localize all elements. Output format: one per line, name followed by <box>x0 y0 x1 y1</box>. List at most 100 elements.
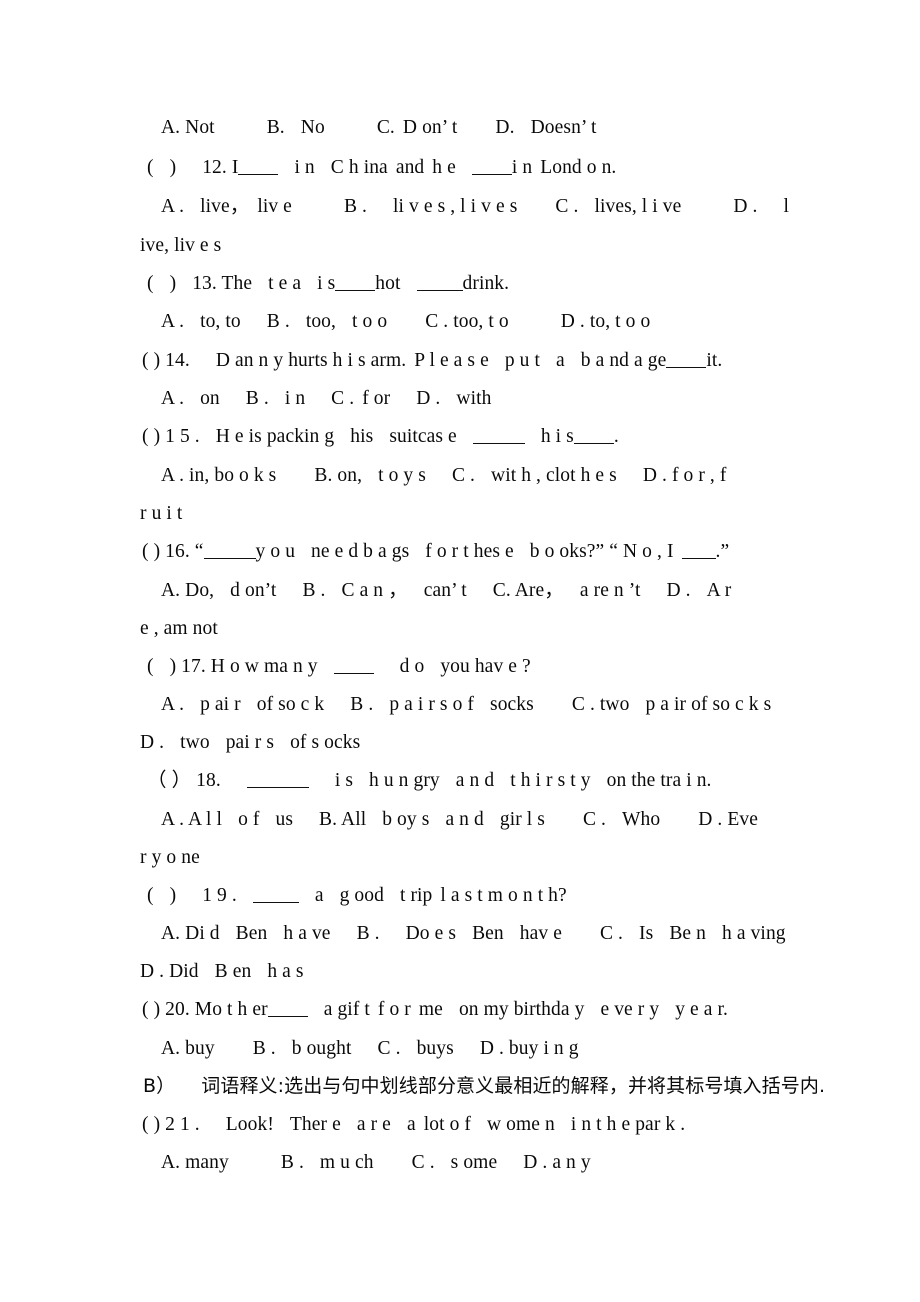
text-run: f o r t hes e <box>425 541 514 562</box>
text-run: Who <box>622 809 661 830</box>
text-line-q20-stem: ( ) 20. Mo t h er a gif t f o r me on my bir… <box>142 1000 728 1020</box>
text-run: C a n ， <box>341 580 408 601</box>
text-run: C. Are， <box>492 580 564 601</box>
text-line-q20-options: A. buy B . b ought C . buys D . buy i n g <box>161 1039 579 1059</box>
text-line-q17-options-wrap: D . two pai r s of s ocks <box>140 733 360 753</box>
text-run: t rip <box>399 885 433 906</box>
text-run: of s ocks <box>290 732 361 753</box>
text-line-q15-options: A . in, bo o k s B. on, t o y s C . wit h , … <box>161 466 726 486</box>
text-run: p ai r <box>200 694 241 715</box>
text-run: Lond o n. <box>540 157 617 178</box>
text-run: C . <box>377 1038 401 1059</box>
text-run: a n d <box>445 809 484 830</box>
text-run: （ ） 18. <box>147 770 221 791</box>
fill-in-blank[interactable] <box>333 660 374 674</box>
text-line-q12-stem: () 12. I i n C h ina and h e i n Lond o n. <box>147 158 616 178</box>
text-run: r y o ne <box>140 847 200 868</box>
text-run: C . <box>599 923 624 944</box>
text-run: B en <box>214 961 252 982</box>
fill-in-blank[interactable] <box>472 430 525 444</box>
text-line-q16-options: A. Do, d on’t B . C a n ， can’ t C. Are， a re … <box>161 581 731 601</box>
text-run: . <box>613 426 619 447</box>
text-run: ( <box>147 157 154 178</box>
text-run: h i s <box>540 426 574 447</box>
text-run: lot o f <box>423 1114 471 1135</box>
text-run: Do e s <box>405 923 457 944</box>
text-run: a <box>406 1114 416 1135</box>
text-run: a gif t <box>323 999 370 1020</box>
text-run: r u i t <box>140 503 183 524</box>
text-run: b ought <box>291 1038 352 1059</box>
text-run: D . Eve <box>698 809 758 830</box>
text-line-q21-stem: ( ) 2 1 . Look! Ther e a r e a lot o f w ome n… <box>142 1115 685 1135</box>
text-run: A. Do, <box>161 580 215 601</box>
text-run: B. All <box>319 809 367 830</box>
text-run: A. buy <box>161 1038 215 1059</box>
text-line-q14-stem: ( ) 14. D an n y hurts h i s arm. P l e a … <box>142 351 722 371</box>
text-run: C . two <box>571 694 630 715</box>
text-run: socks <box>490 694 534 715</box>
text-run: drink. <box>462 273 510 294</box>
text-run: two <box>180 732 210 753</box>
text-run: D on’ t <box>402 117 458 138</box>
text-run: h a s <box>267 961 304 982</box>
text-run: A . <box>161 694 185 715</box>
text-run: li v e s , l i v e s <box>393 196 518 217</box>
text-run: A . in, bo o k s <box>161 465 277 486</box>
text-run: i n <box>284 388 306 409</box>
fill-in-blank[interactable] <box>246 774 309 788</box>
text-run: Ben <box>472 923 504 944</box>
fill-in-blank[interactable] <box>238 161 279 175</box>
fill-in-blank[interactable] <box>416 277 463 291</box>
text-run: Ben <box>235 923 268 944</box>
text-run: p a i r s o f <box>389 694 475 715</box>
text-run: ( ) 2 1 . <box>142 1114 200 1135</box>
text-run: h a ve <box>283 923 331 944</box>
text-run: D . <box>416 388 441 409</box>
fill-in-blank[interactable] <box>681 545 716 559</box>
text-run: ne e d b a gs <box>311 541 410 562</box>
text-run: 13. The <box>192 273 253 294</box>
text-run: h a ving <box>722 923 786 944</box>
text-run: a n d <box>455 770 495 791</box>
text-run: ( <box>147 656 154 677</box>
text-run: h u n gry <box>369 770 440 791</box>
text-run: B . <box>280 1152 304 1173</box>
text-run: i n <box>294 157 315 178</box>
text-run: y o u <box>255 541 296 562</box>
text-line-q19-options-wrap: D . Did B en h a s <box>140 962 304 982</box>
fill-in-blank[interactable] <box>267 1003 308 1017</box>
text-run: it. <box>706 350 723 371</box>
text-line-q16-options-wrap: e , am not <box>140 619 218 639</box>
text-run: C . too, t o <box>425 311 509 332</box>
text-run: H e is packin g <box>215 426 335 447</box>
text-run: 12. I <box>202 157 239 178</box>
text-line-q12-options: A . live， liv e B . li v e s , l i v e s C . l… <box>161 197 789 217</box>
text-run: P l e a s e <box>414 350 489 371</box>
fill-in-blank[interactable] <box>471 161 512 175</box>
fill-in-blank[interactable] <box>252 889 299 903</box>
text-run: ) <box>169 885 177 906</box>
text-line-q19-stem: () 1 9 . a g ood t rip l a s t m o n t h? <box>147 886 567 906</box>
text-run: can’ t <box>423 580 467 601</box>
text-run: suitcas e <box>389 426 457 447</box>
text-run: B . <box>252 1038 276 1059</box>
fill-in-blank[interactable] <box>573 430 614 444</box>
text-line-q15-options-wrap: r u i t <box>140 504 182 524</box>
fill-in-blank[interactable] <box>666 354 707 368</box>
text-run: ive, liv e s <box>140 235 222 256</box>
text-run: you hav e ? <box>440 656 531 677</box>
text-run: of so c k <box>256 694 325 715</box>
text-line-section-b-heading: B） 词语释义:选出与句中划线部分意义最相近的解释，并将其标号填入括号内. <box>143 1077 825 1096</box>
text-run: B. <box>266 117 285 138</box>
text-run: m u ch <box>319 1152 374 1173</box>
fill-in-blank[interactable] <box>203 545 256 559</box>
text-line-q14-options: A . on B . i n C . f or D . with <box>161 389 491 409</box>
text-run: a <box>556 350 565 371</box>
text-run: ) <box>169 157 177 178</box>
fill-in-blank[interactable] <box>335 277 376 291</box>
text-run: t o y s <box>378 465 426 486</box>
text-run: C . <box>555 196 579 217</box>
text-run: ) 17. H o w ma n y <box>169 656 318 677</box>
text-run: A r <box>706 580 732 601</box>
